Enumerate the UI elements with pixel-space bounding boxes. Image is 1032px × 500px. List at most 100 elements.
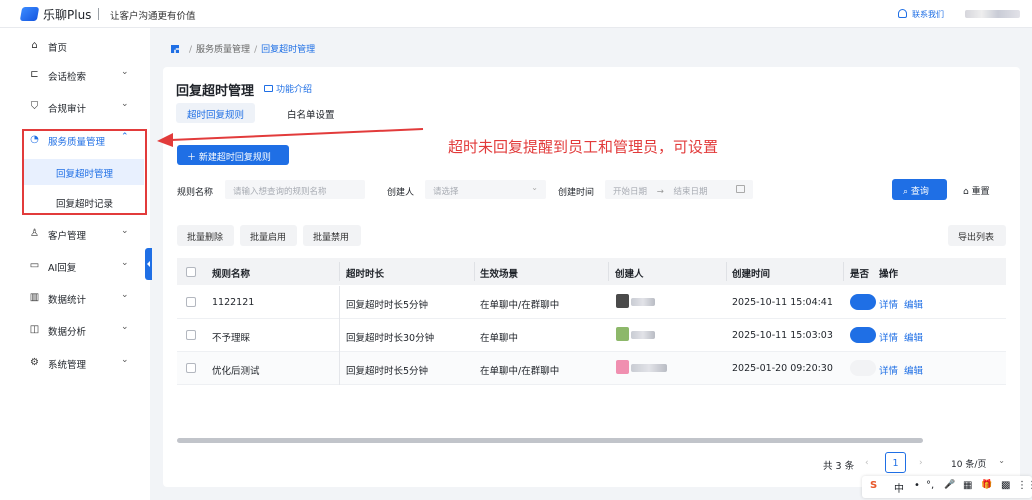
ime-menu-icon[interactable]: ⋮⋮ xyxy=(1017,480,1032,491)
column-header-timeout: 超时时长 xyxy=(346,269,385,280)
user-account-blurred[interactable] xyxy=(965,10,1020,18)
skin-icon[interactable]: ▩ xyxy=(1001,480,1010,491)
rule-name-cell: 1122121 xyxy=(212,297,255,308)
reset-button[interactable]: ⌂ 重置 xyxy=(952,179,1007,200)
video-icon xyxy=(264,85,273,92)
chevron-down-icon: ⌄ xyxy=(121,322,129,332)
creator-placeholder: 请选择 xyxy=(433,187,459,197)
row-checkbox[interactable] xyxy=(186,330,196,340)
creator-name-blurred xyxy=(631,331,655,339)
query-button[interactable]: ⌕ 查询 xyxy=(892,179,947,200)
gift-icon[interactable]: 🎁 xyxy=(981,480,992,490)
avatar xyxy=(616,294,629,308)
row-checkbox[interactable] xyxy=(186,363,196,373)
stats-icon: ▥ xyxy=(29,292,40,303)
apps-grid-icon[interactable] xyxy=(171,45,179,53)
sidebar-item-label: 合规审计 xyxy=(48,104,87,115)
sidebar-item-system-management[interactable]: ⚙ 系统管理 ⌄ xyxy=(0,352,150,374)
detail-link[interactable]: 详情 xyxy=(879,363,898,377)
sidebar-item-home[interactable]: ⌂ 首页 xyxy=(0,35,150,57)
enable-toggle[interactable] xyxy=(850,360,876,376)
contact-us-link[interactable]: 联系我们 xyxy=(898,9,944,20)
app-slogan: 让客户沟通更有价值 xyxy=(110,11,196,22)
sidebar-item-session-search[interactable]: ⊏ 会话检索 ⌄ xyxy=(0,64,150,86)
annotation-highlight-box xyxy=(22,129,147,215)
row-checkbox[interactable] xyxy=(186,297,196,307)
table-row: 1122121 回复超时时长5分钟 在单聊中/在群聊中 2025-10-11 1… xyxy=(177,286,1006,319)
start-date-placeholder: 开始日期 xyxy=(613,187,648,197)
ime-chinese-mode[interactable]: 中 xyxy=(894,480,904,495)
new-rule-button[interactable]: ＋ 新建超时回复规则 xyxy=(177,145,289,165)
enable-toggle[interactable] xyxy=(850,294,876,310)
page-number-current[interactable]: 1 xyxy=(885,452,906,473)
sogou-logo-icon[interactable]: S xyxy=(870,480,877,491)
breadcrumb-parent[interactable]: 服务质量管理 xyxy=(196,45,250,55)
app-name: 乐聊Plus xyxy=(43,8,92,22)
timeout-cell: 回复超时时长30分钟 xyxy=(346,333,435,344)
rule-name-cell: 不予理睬 xyxy=(212,333,251,344)
detail-link[interactable]: 详情 xyxy=(879,330,898,344)
created-time-cell: 2025-01-20 09:20:30 xyxy=(732,363,833,374)
creator-name-blurred xyxy=(631,364,667,372)
scene-cell: 在单聊中/在群聊中 xyxy=(480,366,560,377)
home-icon: ⌂ xyxy=(31,40,38,51)
keyboard-icon[interactable]: ▦ xyxy=(963,480,972,491)
chevron-down-icon: ⌄ xyxy=(998,456,1005,465)
sidebar-item-label: 系统管理 xyxy=(48,360,87,371)
avatar xyxy=(616,327,629,341)
sidebar-item-data-stats[interactable]: ▥ 数据统计 ⌄ xyxy=(0,287,150,309)
sidebar-collapse-handle[interactable] xyxy=(145,248,152,280)
rule-name-input[interactable]: 请输入想查询的规则名称 xyxy=(225,180,365,199)
feature-intro-link[interactable]: 功能介绍 xyxy=(264,82,312,95)
ime-halfwidth-icon[interactable]: • xyxy=(914,480,920,491)
column-header-rule-name: 规则名称 xyxy=(212,269,251,280)
sidebar-item-customer-management[interactable]: ♙ 客户管理 ⌄ xyxy=(0,223,150,245)
sidebar-item-data-analysis[interactable]: ◫ 数据分析 ⌄ xyxy=(0,319,150,341)
sidebar-item-label: 数据分析 xyxy=(48,327,87,338)
new-rule-label: 新建超时回复规则 xyxy=(198,153,271,163)
chevron-down-icon: ⌄ xyxy=(121,67,129,77)
batch-delete-button[interactable]: 批量删除 xyxy=(177,225,234,246)
chevron-down-icon: ⌄ xyxy=(121,355,129,365)
detail-link[interactable]: 详情 xyxy=(879,297,898,311)
breadcrumb: / 服务质量管理 / 回复超时管理 xyxy=(171,42,315,55)
created-time-cell: 2025-10-11 15:03:03 xyxy=(732,330,833,341)
creator-label: 创建人 xyxy=(387,188,415,198)
created-time-cell: 2025-10-11 15:04:41 xyxy=(732,297,833,308)
enable-toggle[interactable] xyxy=(850,327,876,343)
chevron-down-icon: ⌄ xyxy=(121,226,129,236)
column-divider xyxy=(726,262,727,281)
microphone-icon[interactable]: 🎤 xyxy=(944,480,955,490)
next-page-icon[interactable]: › xyxy=(919,458,923,468)
logo-divider xyxy=(98,8,99,20)
edit-link[interactable]: 编辑 xyxy=(904,330,923,344)
date-range-picker[interactable]: 开始日期 → 结束日期 xyxy=(605,180,753,199)
chevron-down-icon: ⌄ xyxy=(121,99,129,109)
creator-select[interactable]: 请选择 ⌄ xyxy=(425,180,546,199)
column-header-creator: 创建人 xyxy=(615,269,644,280)
export-list-button[interactable]: 导出列表 xyxy=(948,225,1006,246)
plus-icon: ＋ xyxy=(187,153,199,163)
scene-cell: 在单聊中/在群聊中 xyxy=(480,300,560,311)
batch-disable-button[interactable]: 批量禁用 xyxy=(303,225,361,246)
prev-page-icon[interactable]: ‹ xyxy=(865,458,869,468)
range-arrow-icon: → xyxy=(656,187,664,197)
batch-enable-button[interactable]: 批量启用 xyxy=(240,225,297,246)
rule-name-label: 规则名称 xyxy=(177,188,214,198)
sidebar: ⌂ 首页 ⊏ 会话检索 ⌄ ⛉ 合规审计 ⌄ ◔ 服务质量管理 ⌃ 回复超时管理… xyxy=(0,28,150,500)
sidebar-item-label: 首页 xyxy=(48,43,68,54)
column-divider xyxy=(339,286,340,319)
ai-reply-icon: ▭ xyxy=(29,260,40,271)
column-header-enabled: 是否 xyxy=(850,269,870,280)
sidebar-item-ai-reply[interactable]: ▭ AI回复 ⌄ xyxy=(0,255,150,277)
chevron-down-icon: ⌄ xyxy=(121,258,129,268)
sidebar-item-compliance-audit[interactable]: ⛉ 合规审计 ⌄ xyxy=(0,96,150,118)
page-size-select[interactable]: 10 条/页 ⌄ xyxy=(945,452,1007,473)
ime-punctuation-icon[interactable]: °, xyxy=(926,480,934,491)
sidebar-item-label: 客户管理 xyxy=(48,231,87,242)
select-all-checkbox[interactable] xyxy=(186,267,196,277)
edit-link[interactable]: 编辑 xyxy=(904,363,923,377)
horizontal-scrollbar[interactable] xyxy=(177,438,923,443)
edit-link[interactable]: 编辑 xyxy=(904,297,923,311)
pagination-total: 共 3 条 xyxy=(823,461,855,472)
